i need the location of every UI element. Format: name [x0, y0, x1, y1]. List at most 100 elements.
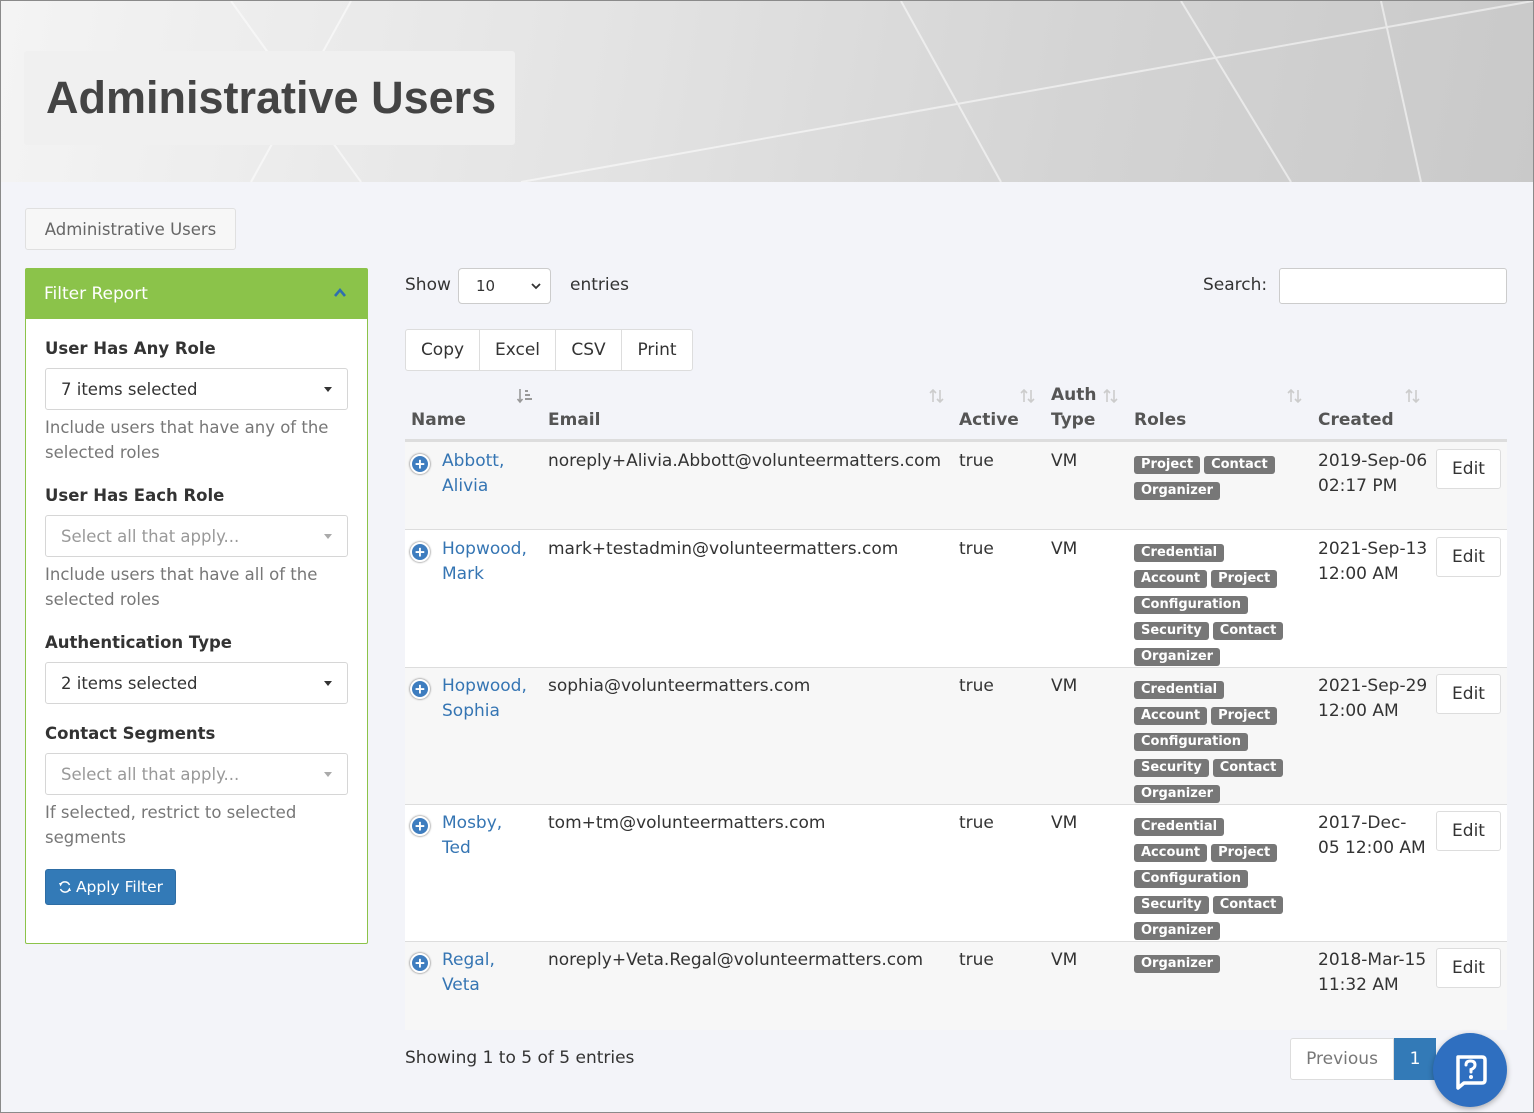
- column-header-active[interactable]: Active: [959, 408, 1019, 433]
- caret-down-icon: [324, 772, 332, 777]
- column-header-name[interactable]: Name: [411, 408, 466, 433]
- user-auth-type: VM: [1051, 950, 1078, 970]
- export-button-group: Copy Excel CSV Print: [405, 329, 693, 371]
- user-email: mark+testadmin@volunteermatters.com: [548, 539, 899, 559]
- edit-button[interactable]: Edit: [1436, 674, 1501, 714]
- role-badge: Project: [1211, 707, 1278, 725]
- caret-down-icon: [324, 681, 332, 686]
- role-badge: Project: [1211, 844, 1278, 862]
- sort-icon[interactable]: [928, 387, 946, 405]
- user-created: 2017-Dec-05 12:00 AM: [1318, 813, 1426, 858]
- role-badge: Configuration: [1134, 733, 1248, 751]
- user-active: true: [959, 950, 994, 970]
- edit-button[interactable]: Edit: [1436, 449, 1501, 489]
- user-active: true: [959, 813, 994, 833]
- user-created: 2021-Sep-13 12:00 AM: [1318, 539, 1428, 584]
- table-row: + Regal, Veta noreply+Veta.Regal@volunte…: [405, 942, 1507, 1030]
- role-badge: Security: [1134, 622, 1209, 640]
- table-row: + Hopwood, Mark mark+testadmin@volunteer…: [405, 530, 1507, 668]
- role-badge: Account: [1134, 570, 1208, 588]
- apply-filter-label: Apply Filter: [75, 878, 164, 896]
- user-name-link[interactable]: Mosby, Ted: [442, 811, 532, 861]
- role-badge: Organizer: [1134, 648, 1221, 666]
- segments-label: Contact Segments: [45, 724, 216, 743]
- edit-button[interactable]: Edit: [1436, 948, 1501, 988]
- filter-panel: Filter Report User Has Any Role 7 items …: [25, 268, 368, 944]
- entries-per-page-select[interactable]: 10: [458, 268, 551, 304]
- user-name-link[interactable]: Hopwood, Sophia: [442, 674, 532, 724]
- role-badge: Credential: [1134, 544, 1225, 562]
- csv-button[interactable]: CSV: [556, 330, 622, 370]
- help-question-icon: [1456, 1055, 1487, 1090]
- expand-row-icon[interactable]: +: [410, 679, 430, 699]
- help-chat-button[interactable]: [1433, 1033, 1507, 1107]
- column-header-email[interactable]: Email: [548, 408, 600, 433]
- role-badge: Configuration: [1134, 596, 1248, 614]
- apply-filter-button[interactable]: Apply Filter: [45, 869, 176, 905]
- edit-button[interactable]: Edit: [1436, 811, 1501, 851]
- segments-placeholder: Select all that apply...: [61, 764, 240, 784]
- caret-down-icon: [324, 534, 332, 539]
- previous-page-button[interactable]: Previous: [1290, 1038, 1394, 1080]
- user-auth-type: VM: [1051, 813, 1078, 833]
- page-1-button[interactable]: 1: [1394, 1038, 1436, 1080]
- each-role-label: User Has Each Role: [45, 486, 225, 505]
- role-badge: Credential: [1134, 681, 1225, 699]
- user-email: sophia@volunteermatters.com: [548, 676, 811, 696]
- sort-icon[interactable]: [1019, 387, 1037, 405]
- user-roles: Credential Account Project Configuration …: [1134, 678, 1304, 808]
- search-input[interactable]: [1279, 268, 1507, 304]
- edit-button[interactable]: Edit: [1436, 537, 1501, 577]
- sort-icon[interactable]: [1286, 387, 1304, 405]
- role-badge: Project: [1211, 570, 1278, 588]
- each-role-select[interactable]: Select all that apply...: [45, 515, 348, 557]
- expand-row-icon[interactable]: +: [410, 816, 430, 836]
- sort-icon[interactable]: [1404, 387, 1422, 405]
- column-header-created[interactable]: Created: [1318, 408, 1394, 433]
- caret-down-icon: [324, 387, 332, 392]
- page-header-banner: Administrative Users: [1, 1, 1533, 182]
- breadcrumb[interactable]: Administrative Users: [25, 208, 236, 250]
- user-name-link[interactable]: Regal, Veta: [442, 948, 532, 998]
- any-role-select[interactable]: 7 items selected: [45, 368, 348, 410]
- sort-icon[interactable]: [1102, 387, 1120, 405]
- any-role-help: Include users that have any of the selec…: [45, 418, 329, 462]
- role-badge: Project: [1134, 456, 1201, 474]
- expand-row-icon[interactable]: +: [410, 953, 430, 973]
- user-email: noreply+Veta.Regal@volunteermatters.com: [548, 950, 924, 970]
- chevron-up-icon[interactable]: [333, 286, 347, 300]
- column-header-auth-type[interactable]: Auth Type: [1051, 383, 1107, 433]
- table-row: + Mosby, Ted tom+tm@volunteermatters.com…: [405, 805, 1507, 942]
- table-row: + Hopwood, Sophia sophia@volunteermatter…: [405, 668, 1507, 805]
- filter-panel-header[interactable]: Filter Report: [26, 269, 367, 319]
- segments-help: If selected, restrict to selected segmen…: [45, 803, 297, 847]
- role-badge: Organizer: [1134, 922, 1221, 940]
- role-badge: Configuration: [1134, 870, 1248, 888]
- user-auth-type: VM: [1051, 451, 1078, 471]
- user-active: true: [959, 539, 994, 559]
- any-role-value: 7 items selected: [61, 379, 198, 399]
- role-badge: Organizer: [1134, 955, 1221, 973]
- user-name-link[interactable]: Abbott, Alivia: [442, 449, 532, 499]
- copy-button[interactable]: Copy: [406, 330, 480, 370]
- role-badge: Contact: [1204, 456, 1275, 474]
- table-row: + Abbott, Alivia noreply+Alivia.Abbott@v…: [405, 442, 1507, 530]
- segments-select[interactable]: Select all that apply...: [45, 753, 348, 795]
- user-roles: Credential Account Project Configuration …: [1134, 541, 1304, 671]
- excel-button[interactable]: Excel: [480, 330, 556, 370]
- role-badge: Security: [1134, 759, 1209, 777]
- pagination: Previous 1: [1290, 1038, 1436, 1080]
- any-role-label: User Has Any Role: [45, 339, 216, 358]
- expand-row-icon[interactable]: +: [410, 454, 430, 474]
- auth-type-select[interactable]: 2 items selected: [45, 662, 348, 704]
- sort-asc-icon[interactable]: [516, 387, 534, 405]
- user-auth-type: VM: [1051, 676, 1078, 696]
- role-badge: Contact: [1212, 622, 1284, 640]
- expand-row-icon[interactable]: +: [410, 542, 430, 562]
- column-header-roles[interactable]: Roles: [1134, 408, 1186, 433]
- user-name-link[interactable]: Hopwood, Mark: [442, 537, 532, 587]
- print-button[interactable]: Print: [622, 330, 692, 370]
- entries-per-page-value: 10: [476, 277, 496, 295]
- refresh-icon: [58, 881, 71, 893]
- user-email: noreply+Alivia.Abbott@volunteermatters.c…: [548, 451, 942, 471]
